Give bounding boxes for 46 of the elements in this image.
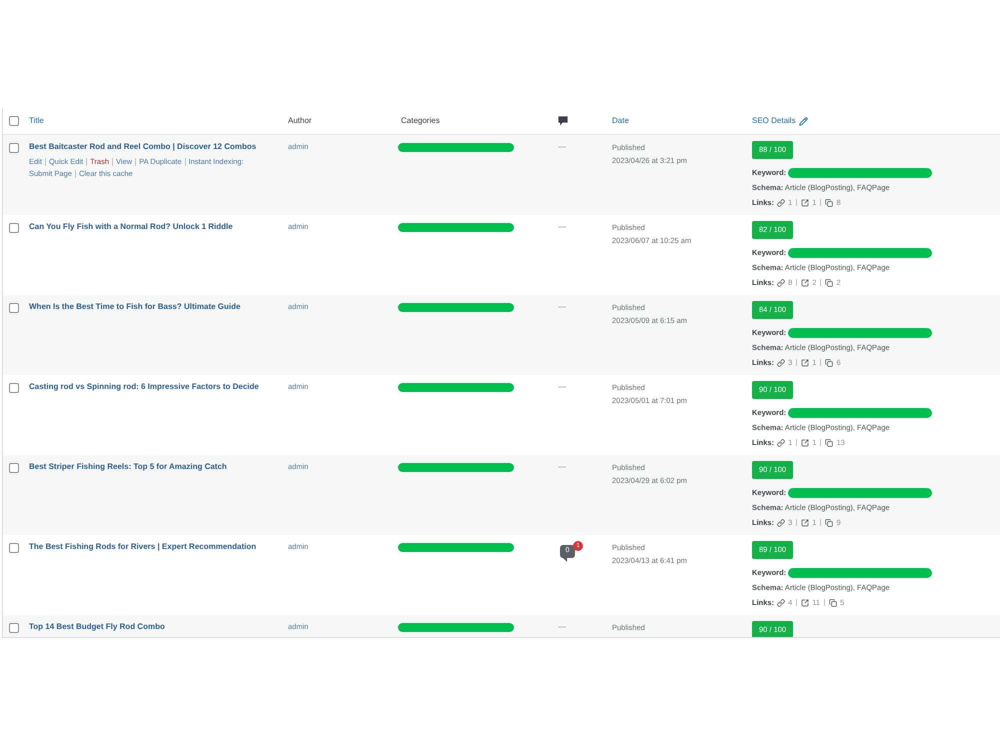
checkbox[interactable] (9, 543, 19, 553)
overlapping-squares-icon (825, 198, 834, 206)
chain-link-icon (777, 198, 786, 206)
column-header: Author (288, 115, 312, 127)
checkbox[interactable] (9, 623, 19, 633)
external-link-icon (801, 438, 810, 446)
overlapping-squares-icon (825, 278, 834, 286)
overlapping-squares-icon (829, 598, 838, 606)
pencil-icon[interactable] (798, 116, 808, 126)
no-comments-dash: — (558, 301, 566, 313)
external-link-icon (801, 598, 810, 606)
post-title-link[interactable]: The Best Fishing Rods for Rivers | Expert Recommendation (29, 541, 256, 553)
chain-link-icon (777, 598, 786, 606)
checkbox[interactable] (9, 143, 19, 153)
chain-link-icon (777, 438, 786, 446)
overlapping-squares-icon (825, 518, 834, 526)
column-header[interactable]: Date (612, 115, 629, 127)
speech-bubble-icon[interactable] (558, 116, 568, 126)
no-comments-dash: — (558, 461, 566, 473)
no-comments-dash: — (558, 141, 566, 153)
checkbox[interactable] (9, 463, 19, 473)
checkbox[interactable] (9, 303, 19, 313)
chain-link-icon (777, 278, 786, 286)
post-title-link[interactable]: Top 14 Best Budget Fly Rod Combo (29, 621, 165, 633)
no-comments-dash: — (558, 381, 566, 393)
external-link-icon (801, 358, 810, 366)
column-header[interactable]: Title (29, 115, 44, 127)
post-title-link[interactable]: Best Baitcaster Rod and Reel Combo | Discover 12 Combos (29, 141, 256, 153)
no-comments-dash: — (558, 221, 566, 233)
chain-link-icon (777, 518, 786, 526)
post-title-link[interactable]: Casting rod vs Spinning rod: 6 Impressive Factors to Decide (29, 381, 259, 393)
post-title-link[interactable]: When Is the Best Time to Fish for Bass? Ultimate Guide (29, 301, 240, 313)
checkbox[interactable] (9, 223, 19, 233)
chain-link-icon (777, 358, 786, 366)
post-title-link[interactable]: Can You Fly Fish with a Normal Rod? Unlock 1 Riddle (29, 221, 233, 233)
checkbox[interactable] (9, 383, 19, 393)
overlapping-squares-icon (825, 438, 834, 446)
no-comments-dash: — (558, 621, 566, 633)
column-header[interactable]: SEO Details (752, 115, 796, 127)
external-link-icon (801, 198, 810, 206)
column-header: Categories (401, 115, 440, 127)
checkbox[interactable] (9, 116, 19, 126)
overlapping-squares-icon (825, 358, 834, 366)
external-link-icon (801, 278, 810, 286)
post-title-link[interactable]: Best Striper Fishing Reels: Top 5 for Amazing Catch (29, 461, 227, 473)
external-link-icon (801, 518, 810, 526)
